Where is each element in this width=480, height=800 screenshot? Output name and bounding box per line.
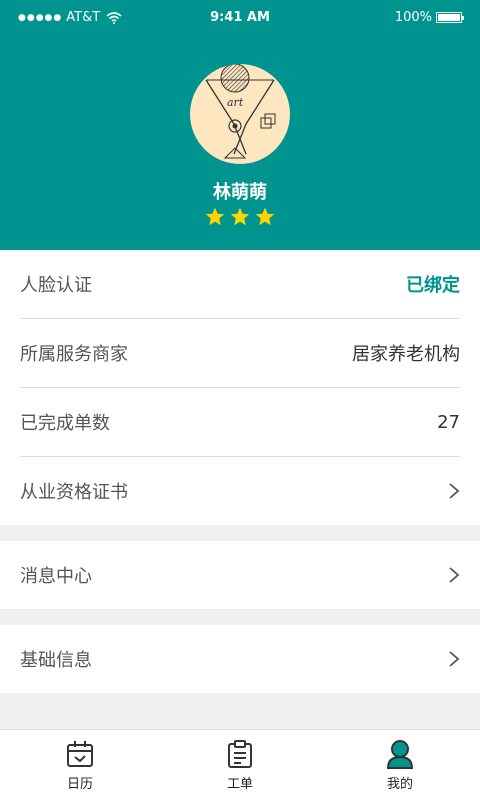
rating-stars [0, 206, 480, 228]
row-label: 基础信息 [20, 650, 92, 671]
tab-label: 日历 [66, 777, 93, 792]
avatar-art-image: art [205, 64, 276, 159]
face-verification-status: 已绑定 [406, 275, 460, 296]
row-label: 人脸认证 [20, 275, 92, 296]
face-verification-row[interactable]: 人脸认证 已绑定 [20, 250, 460, 318]
chevron-right-icon [449, 651, 460, 667]
tab-label: 我的 [386, 777, 413, 792]
battery-percent: 100% [394, 10, 432, 25]
battery-fill [438, 14, 460, 21]
tab-bar: 日历 工单 我的 [0, 729, 480, 800]
battery-icon [436, 12, 464, 23]
message-center-row[interactable]: 消息中心 [20, 541, 460, 609]
completed-orders-row: 已完成单数 27 [20, 388, 460, 456]
service-merchant-value: 居家养老机构 [352, 344, 460, 365]
avatar[interactable]: art [190, 64, 290, 164]
service-merchant-row: 所属服务商家 居家养老机构 [20, 319, 460, 387]
info-card: 人脸认证 已绑定 所属服务商家 居家养老机构 已完成单数 27 从业资格证书 [0, 250, 480, 525]
clipboard-icon [228, 740, 252, 768]
tab-mine[interactable]: 我的 [320, 730, 480, 800]
basic-info-card: 基础信息 [0, 625, 480, 693]
star-icon [230, 207, 250, 226]
completed-orders-count: 27 [437, 411, 460, 433]
star-icon [255, 207, 275, 226]
qualification-certificate-row[interactable]: 从业资格证书 [20, 457, 460, 525]
star-icon [205, 207, 225, 226]
status-right: 100% [394, 10, 464, 25]
calendar-icon [67, 741, 93, 767]
row-label: 已完成单数 [20, 413, 110, 434]
tab-calendar[interactable]: 日历 [0, 730, 160, 800]
row-label: 所属服务商家 [20, 344, 128, 365]
tab-label: 工单 [226, 777, 253, 792]
user-name: 林萌萌 [213, 182, 267, 203]
avatar-art-text: art [227, 96, 244, 109]
user-icon [386, 740, 414, 769]
message-center-card: 消息中心 [0, 541, 480, 609]
row-label: 消息中心 [20, 566, 92, 587]
basic-info-row[interactable]: 基础信息 [20, 625, 460, 693]
tab-work-order[interactable]: 工单 [160, 730, 320, 800]
chevron-right-icon [449, 483, 460, 499]
row-label: 从业资格证书 [20, 482, 128, 503]
status-bar: ●●●●● AT&T 9:41 AM 100% [0, 0, 480, 36]
chevron-right-icon [449, 567, 460, 583]
profile-header: ●●●●● AT&T 9:41 AM 100% art 林萌萌 [0, 0, 480, 250]
